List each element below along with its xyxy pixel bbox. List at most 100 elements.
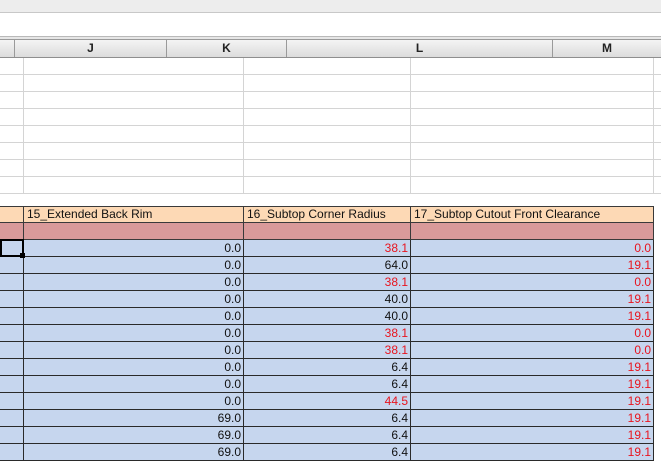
grid-cell[interactable]: [411, 160, 654, 176]
row-cell-i[interactable]: [0, 359, 24, 376]
column-header-i[interactable]: [0, 40, 15, 57]
cell-extended-back-rim[interactable]: 69.0: [24, 410, 244, 427]
row-cell-i[interactable]: [0, 274, 24, 291]
grid-cell[interactable]: [411, 92, 654, 108]
cell-subtop-corner-radius[interactable]: 38.1: [244, 274, 411, 291]
cell-subtop-corner-radius[interactable]: 38.1: [244, 240, 411, 257]
cell-extended-back-rim[interactable]: 69.0: [24, 444, 244, 461]
grid-cell[interactable]: [244, 126, 411, 142]
column-header-l[interactable]: L: [287, 40, 553, 57]
column-header-m[interactable]: M: [553, 40, 661, 57]
row-cell-i[interactable]: [0, 308, 24, 325]
grid-cell[interactable]: [244, 58, 411, 74]
cell-subtop-corner-radius[interactable]: 40.0: [244, 308, 411, 325]
grid-cell[interactable]: [0, 92, 24, 108]
cell-subtop-corner-radius[interactable]: 6.4: [244, 427, 411, 444]
header-cell-i[interactable]: [0, 206, 24, 223]
grid-cell[interactable]: [0, 109, 24, 125]
grid-cell[interactable]: [0, 143, 24, 159]
grid-cell[interactable]: [0, 160, 24, 176]
row-cell-i[interactable]: [0, 427, 24, 444]
cell-extended-back-rim[interactable]: 0.0: [24, 359, 244, 376]
cell-subtop-cutout-front-clearance[interactable]: 0.0: [411, 274, 654, 291]
cell-subtop-cutout-front-clearance[interactable]: 19.1: [411, 444, 654, 461]
cell-subtop-cutout-front-clearance[interactable]: 0.0: [411, 240, 654, 257]
cell-subtop-cutout-front-clearance[interactable]: 0.0: [411, 342, 654, 359]
table-row: 0.0 64.0 19.1: [0, 257, 661, 274]
formula-bar[interactable]: [0, 13, 661, 37]
grid-cell[interactable]: [24, 177, 244, 193]
cell-subtop-cutout-front-clearance[interactable]: 19.1: [411, 308, 654, 325]
grid-cell[interactable]: [244, 160, 411, 176]
row-cell-i[interactable]: [0, 257, 24, 274]
header-cell-subtop-cutout-front-clearance[interactable]: 17_Subtop Cutout Front Clearance: [411, 206, 654, 223]
cell-extended-back-rim[interactable]: 0.0: [24, 291, 244, 308]
grid-cell[interactable]: [411, 109, 654, 125]
cell-subtop-cutout-front-clearance[interactable]: 0.0: [411, 325, 654, 342]
grid-cell[interactable]: [0, 75, 24, 91]
grid-cell[interactable]: [244, 177, 411, 193]
cell-subtop-corner-radius[interactable]: 6.4: [244, 376, 411, 393]
row-cell-i[interactable]: [0, 393, 24, 410]
grid-cell[interactable]: [411, 58, 654, 74]
header-cell-subtop-corner-radius[interactable]: 16_Subtop Corner Radius: [244, 206, 411, 223]
units-cell[interactable]: [0, 223, 24, 240]
row-cell-i[interactable]: [0, 342, 24, 359]
grid-cell[interactable]: [24, 160, 244, 176]
cell-subtop-corner-radius[interactable]: 64.0: [244, 257, 411, 274]
cell-subtop-cutout-front-clearance[interactable]: 19.1: [411, 291, 654, 308]
grid-cell[interactable]: [24, 75, 244, 91]
column-header-k[interactable]: K: [167, 40, 287, 57]
grid-cell[interactable]: [244, 92, 411, 108]
row-cell-i[interactable]: [0, 325, 24, 342]
cell-extended-back-rim[interactable]: 0.0: [24, 274, 244, 291]
units-cell[interactable]: [411, 223, 654, 240]
cell-subtop-cutout-front-clearance[interactable]: 19.1: [411, 427, 654, 444]
cell-subtop-corner-radius[interactable]: 44.5: [244, 393, 411, 410]
row-cell-i[interactable]: [0, 444, 24, 461]
fill-handle[interactable]: [20, 253, 25, 258]
cell-subtop-corner-radius[interactable]: 6.4: [244, 359, 411, 376]
cell-extended-back-rim[interactable]: 0.0: [24, 257, 244, 274]
grid-cell[interactable]: [24, 58, 244, 74]
grid-cell[interactable]: [0, 58, 24, 74]
grid-cell[interactable]: [411, 126, 654, 142]
units-cell[interactable]: [244, 223, 411, 240]
cell-extended-back-rim[interactable]: 69.0: [24, 427, 244, 444]
grid-cell[interactable]: [411, 143, 654, 159]
table-row: 0.0 38.1 0.0: [0, 342, 661, 359]
row-cell-i[interactable]: [0, 410, 24, 427]
grid-cell[interactable]: [24, 126, 244, 142]
cell-subtop-cutout-front-clearance[interactable]: 19.1: [411, 393, 654, 410]
header-cell-extended-back-rim[interactable]: 15_Extended Back Rim: [24, 206, 244, 223]
grid-cell[interactable]: [244, 143, 411, 159]
cell-subtop-cutout-front-clearance[interactable]: 19.1: [411, 376, 654, 393]
grid-cell[interactable]: [24, 143, 244, 159]
cell-subtop-corner-radius[interactable]: 38.1: [244, 342, 411, 359]
grid-cell[interactable]: [244, 75, 411, 91]
grid-cell[interactable]: [24, 109, 244, 125]
cell-extended-back-rim[interactable]: 0.0: [24, 393, 244, 410]
cell-extended-back-rim[interactable]: 0.0: [24, 376, 244, 393]
cell-extended-back-rim[interactable]: 0.0: [24, 342, 244, 359]
row-cell-i[interactable]: [0, 291, 24, 308]
units-cell[interactable]: [24, 223, 244, 240]
column-header-j[interactable]: J: [15, 40, 167, 57]
cell-extended-back-rim[interactable]: 0.0: [24, 240, 244, 257]
cell-extended-back-rim[interactable]: 0.0: [24, 308, 244, 325]
grid-cell[interactable]: [244, 109, 411, 125]
cell-subtop-corner-radius[interactable]: 6.4: [244, 410, 411, 427]
cell-subtop-corner-radius[interactable]: 6.4: [244, 444, 411, 461]
cell-subtop-corner-radius[interactable]: 40.0: [244, 291, 411, 308]
grid-cell[interactable]: [411, 75, 654, 91]
grid-cell[interactable]: [0, 177, 24, 193]
cell-subtop-cutout-front-clearance[interactable]: 19.1: [411, 410, 654, 427]
cell-subtop-cutout-front-clearance[interactable]: 19.1: [411, 257, 654, 274]
cell-subtop-cutout-front-clearance[interactable]: 19.1: [411, 359, 654, 376]
grid-cell[interactable]: [411, 177, 654, 193]
row-cell-i[interactable]: [0, 376, 24, 393]
grid-cell[interactable]: [24, 92, 244, 108]
cell-extended-back-rim[interactable]: 0.0: [24, 325, 244, 342]
cell-subtop-corner-radius[interactable]: 38.1: [244, 325, 411, 342]
grid-cell[interactable]: [0, 126, 24, 142]
